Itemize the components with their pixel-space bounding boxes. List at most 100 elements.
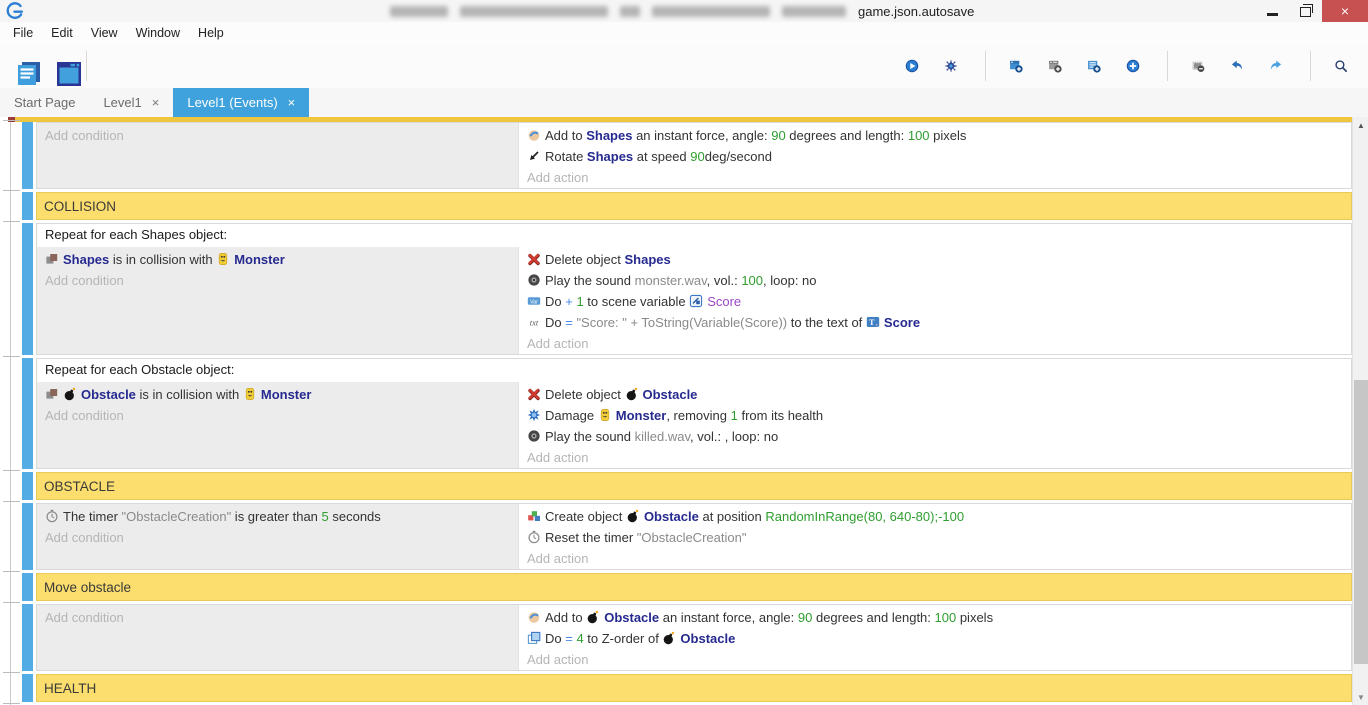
group-header[interactable]: Move obstacle	[36, 573, 1352, 601]
actions-column: Add to Shapes an instant force, angle: 9…	[518, 123, 1351, 188]
bomb-icon	[626, 508, 640, 522]
text-segment: 5	[322, 509, 329, 524]
add-event-button[interactable]	[1003, 51, 1033, 81]
menu-item-help[interactable]: Help	[189, 24, 233, 42]
action-line[interactable]: Add to Obstacle an instant force, angle:…	[527, 607, 1351, 628]
scroll-down-arrow[interactable]: ▼	[1353, 689, 1368, 705]
conditions-column: Add condition	[37, 123, 518, 188]
event-selection-bar[interactable]	[22, 192, 33, 220]
debug-bug-button[interactable]	[938, 51, 968, 81]
text-segment: Add condition	[45, 273, 124, 288]
scroll-up-arrow[interactable]: ▲	[1353, 117, 1368, 133]
add-subevent-button[interactable]	[1042, 51, 1072, 81]
text-segment: Obstacle	[604, 610, 659, 625]
condition-line[interactable]: Obstacle is in collision with Monster	[45, 384, 518, 405]
vertical-scrollbar[interactable]: ▲ ▼	[1352, 117, 1368, 705]
minimize-button[interactable]	[1256, 0, 1289, 22]
action-line[interactable]: Reset the timer "ObstacleCreation"	[527, 527, 1351, 548]
close-button[interactable]: ×	[1322, 0, 1368, 22]
scrollbar-thumb[interactable]	[1354, 380, 1368, 664]
add-condition-placeholder[interactable]: Add condition	[45, 405, 518, 426]
add-condition-placeholder[interactable]: Add condition	[45, 125, 518, 146]
scene-editor-icon-button[interactable]	[48, 51, 78, 81]
menu-item-file[interactable]: File	[4, 24, 42, 42]
group-header[interactable]: OBSTACLE	[36, 472, 1352, 500]
group-header[interactable]: COLLISION	[36, 192, 1352, 220]
actions-column: Create object Obstacle at position Rando…	[518, 504, 1351, 569]
text-segment: 1	[573, 294, 584, 309]
add-condition-placeholder[interactable]: Add condition	[45, 607, 518, 628]
redacted-title-segment	[782, 6, 846, 17]
add-action-placeholder[interactable]: Add action	[527, 649, 1351, 670]
tab-bar: Start PageLevel1×Level1 (Events)×	[0, 88, 1368, 117]
text-segment: Do	[545, 315, 565, 330]
add-action-placeholder[interactable]: Add action	[527, 548, 1351, 569]
tab-start-page[interactable]: Start Page	[0, 88, 89, 117]
text-segment: , loop: no	[763, 273, 817, 288]
add-condition-placeholder[interactable]: Add condition	[45, 527, 518, 548]
event-gutter	[0, 674, 36, 702]
event-selection-bar[interactable]	[22, 503, 33, 570]
event-selection-bar[interactable]	[22, 674, 33, 702]
add-comment-button[interactable]	[1081, 51, 1111, 81]
add-action-placeholder[interactable]: Add action	[527, 333, 1351, 354]
action-line[interactable]: Create object Obstacle at position Rando…	[527, 506, 1351, 527]
redo-button[interactable]	[1263, 51, 1293, 81]
text-segment: Add action	[527, 551, 588, 566]
tab-close-icon[interactable]: ×	[152, 95, 160, 110]
action-line[interactable]: Rotate Shapes at speed 90deg/second	[527, 146, 1351, 167]
force-icon	[527, 609, 541, 623]
action-line[interactable]: Play the sound killed.wav, vol.: , loop:…	[527, 426, 1351, 447]
event-selection-bar[interactable]	[22, 472, 33, 500]
add-action-placeholder[interactable]: Add action	[527, 447, 1351, 468]
tab-close-icon[interactable]: ×	[288, 95, 296, 110]
condition-line[interactable]: The timer "ObstacleCreation" is greater …	[45, 506, 518, 527]
group-header-label: OBSTACLE	[44, 479, 115, 494]
action-line[interactable]: Delete object Shapes	[527, 249, 1351, 270]
remove-frame-button[interactable]	[1185, 51, 1215, 81]
add-condition-placeholder[interactable]: Add condition	[45, 270, 518, 291]
action-line[interactable]: Add to Shapes an instant force, angle: 9…	[527, 125, 1351, 146]
action-line[interactable]: VarDo + 1 to scene variable Score	[527, 291, 1351, 312]
event-selection-bar[interactable]	[22, 358, 33, 469]
menu-item-edit[interactable]: Edit	[42, 24, 82, 42]
undo-button[interactable]	[1224, 51, 1254, 81]
group-row: COLLISION	[0, 192, 1368, 220]
text-segment: an instant force, angle:	[659, 610, 798, 625]
group-header[interactable]: HEALTH	[36, 674, 1352, 702]
text-segment: RandomInRange(80, 640-80);-100	[765, 509, 964, 524]
foreach-header[interactable]: Repeat for each Obstacle object:	[37, 359, 1351, 382]
event-selection-bar[interactable]	[22, 223, 33, 355]
conditions-column: Add condition	[37, 605, 518, 670]
event-body: The timer "ObstacleCreation" is greater …	[37, 504, 1351, 569]
event-selection-bar[interactable]	[22, 573, 33, 601]
text-segment: Monster	[616, 408, 667, 423]
add-circle-button[interactable]	[1120, 51, 1150, 81]
restore-button[interactable]	[1289, 0, 1322, 22]
text-segment: Add condition	[45, 530, 124, 545]
add-comment-icon	[1087, 59, 1101, 73]
action-line[interactable]: Damage Monster, removing 1 from its heal…	[527, 405, 1351, 426]
action-line[interactable]: txtDo = "Score: " + ToString(Variable(Sc…	[527, 312, 1351, 333]
action-line[interactable]: Do = 4 to Z-order of Obstacle	[527, 628, 1351, 649]
event-block: Repeat for each Obstacle object: Obstacl…	[36, 358, 1352, 469]
foreach-header[interactable]: Repeat for each Shapes object:	[37, 224, 1351, 247]
add-action-placeholder[interactable]: Add action	[527, 167, 1351, 188]
event-selection-bar[interactable]	[22, 122, 33, 189]
project-manager-icon-button[interactable]	[8, 51, 38, 81]
debug-bug-icon	[944, 59, 958, 73]
menu-item-window[interactable]: Window	[127, 24, 189, 42]
condition-line[interactable]: Shapes is in collision with Monster	[45, 249, 518, 270]
toolbar-separator	[985, 51, 986, 81]
action-line[interactable]: Play the sound monster.wav, vol.: 100, l…	[527, 270, 1351, 291]
event-body: Obstacle is in collision with MonsterAdd…	[37, 382, 1351, 468]
play-button[interactable]	[899, 51, 929, 81]
tab-level1[interactable]: Level1×	[89, 88, 173, 117]
search-button[interactable]	[1328, 51, 1358, 81]
actions-column: Delete object ShapesPlay the sound monst…	[518, 247, 1351, 354]
menu-item-view[interactable]: View	[82, 24, 127, 42]
event-block: The timer "ObstacleCreation" is greater …	[36, 503, 1352, 570]
event-selection-bar[interactable]	[22, 604, 33, 671]
tab-level1-events-[interactable]: Level1 (Events)×	[173, 88, 309, 117]
action-line[interactable]: Delete object Obstacle	[527, 384, 1351, 405]
